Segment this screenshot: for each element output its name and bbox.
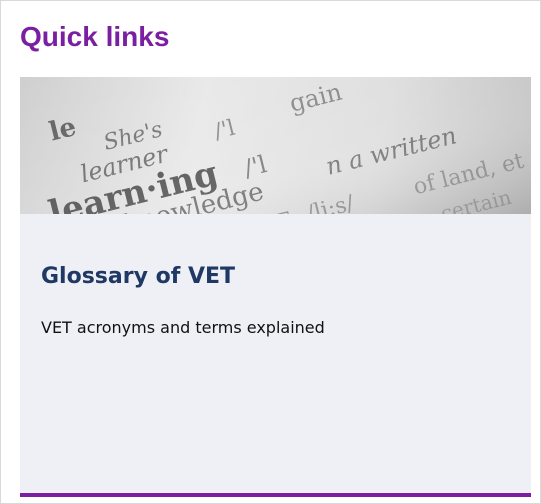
dictionary-photo: le She's learner /'l gain learn·ing /'l … [20, 77, 531, 214]
card-description: VET acronyms and terms explained [41, 318, 325, 337]
quick-links-widget: Quick links le She's learner /'l gain [0, 0, 541, 504]
card-title[interactable]: Glossary of VET [41, 263, 235, 291]
dictionary-photo-art: le She's learner /'l gain learn·ing /'l … [20, 77, 531, 214]
glossary-card-link[interactable]: le She's learner /'l gain learn·ing /'l … [20, 77, 531, 497]
widget-title: Quick links [20, 21, 170, 52]
